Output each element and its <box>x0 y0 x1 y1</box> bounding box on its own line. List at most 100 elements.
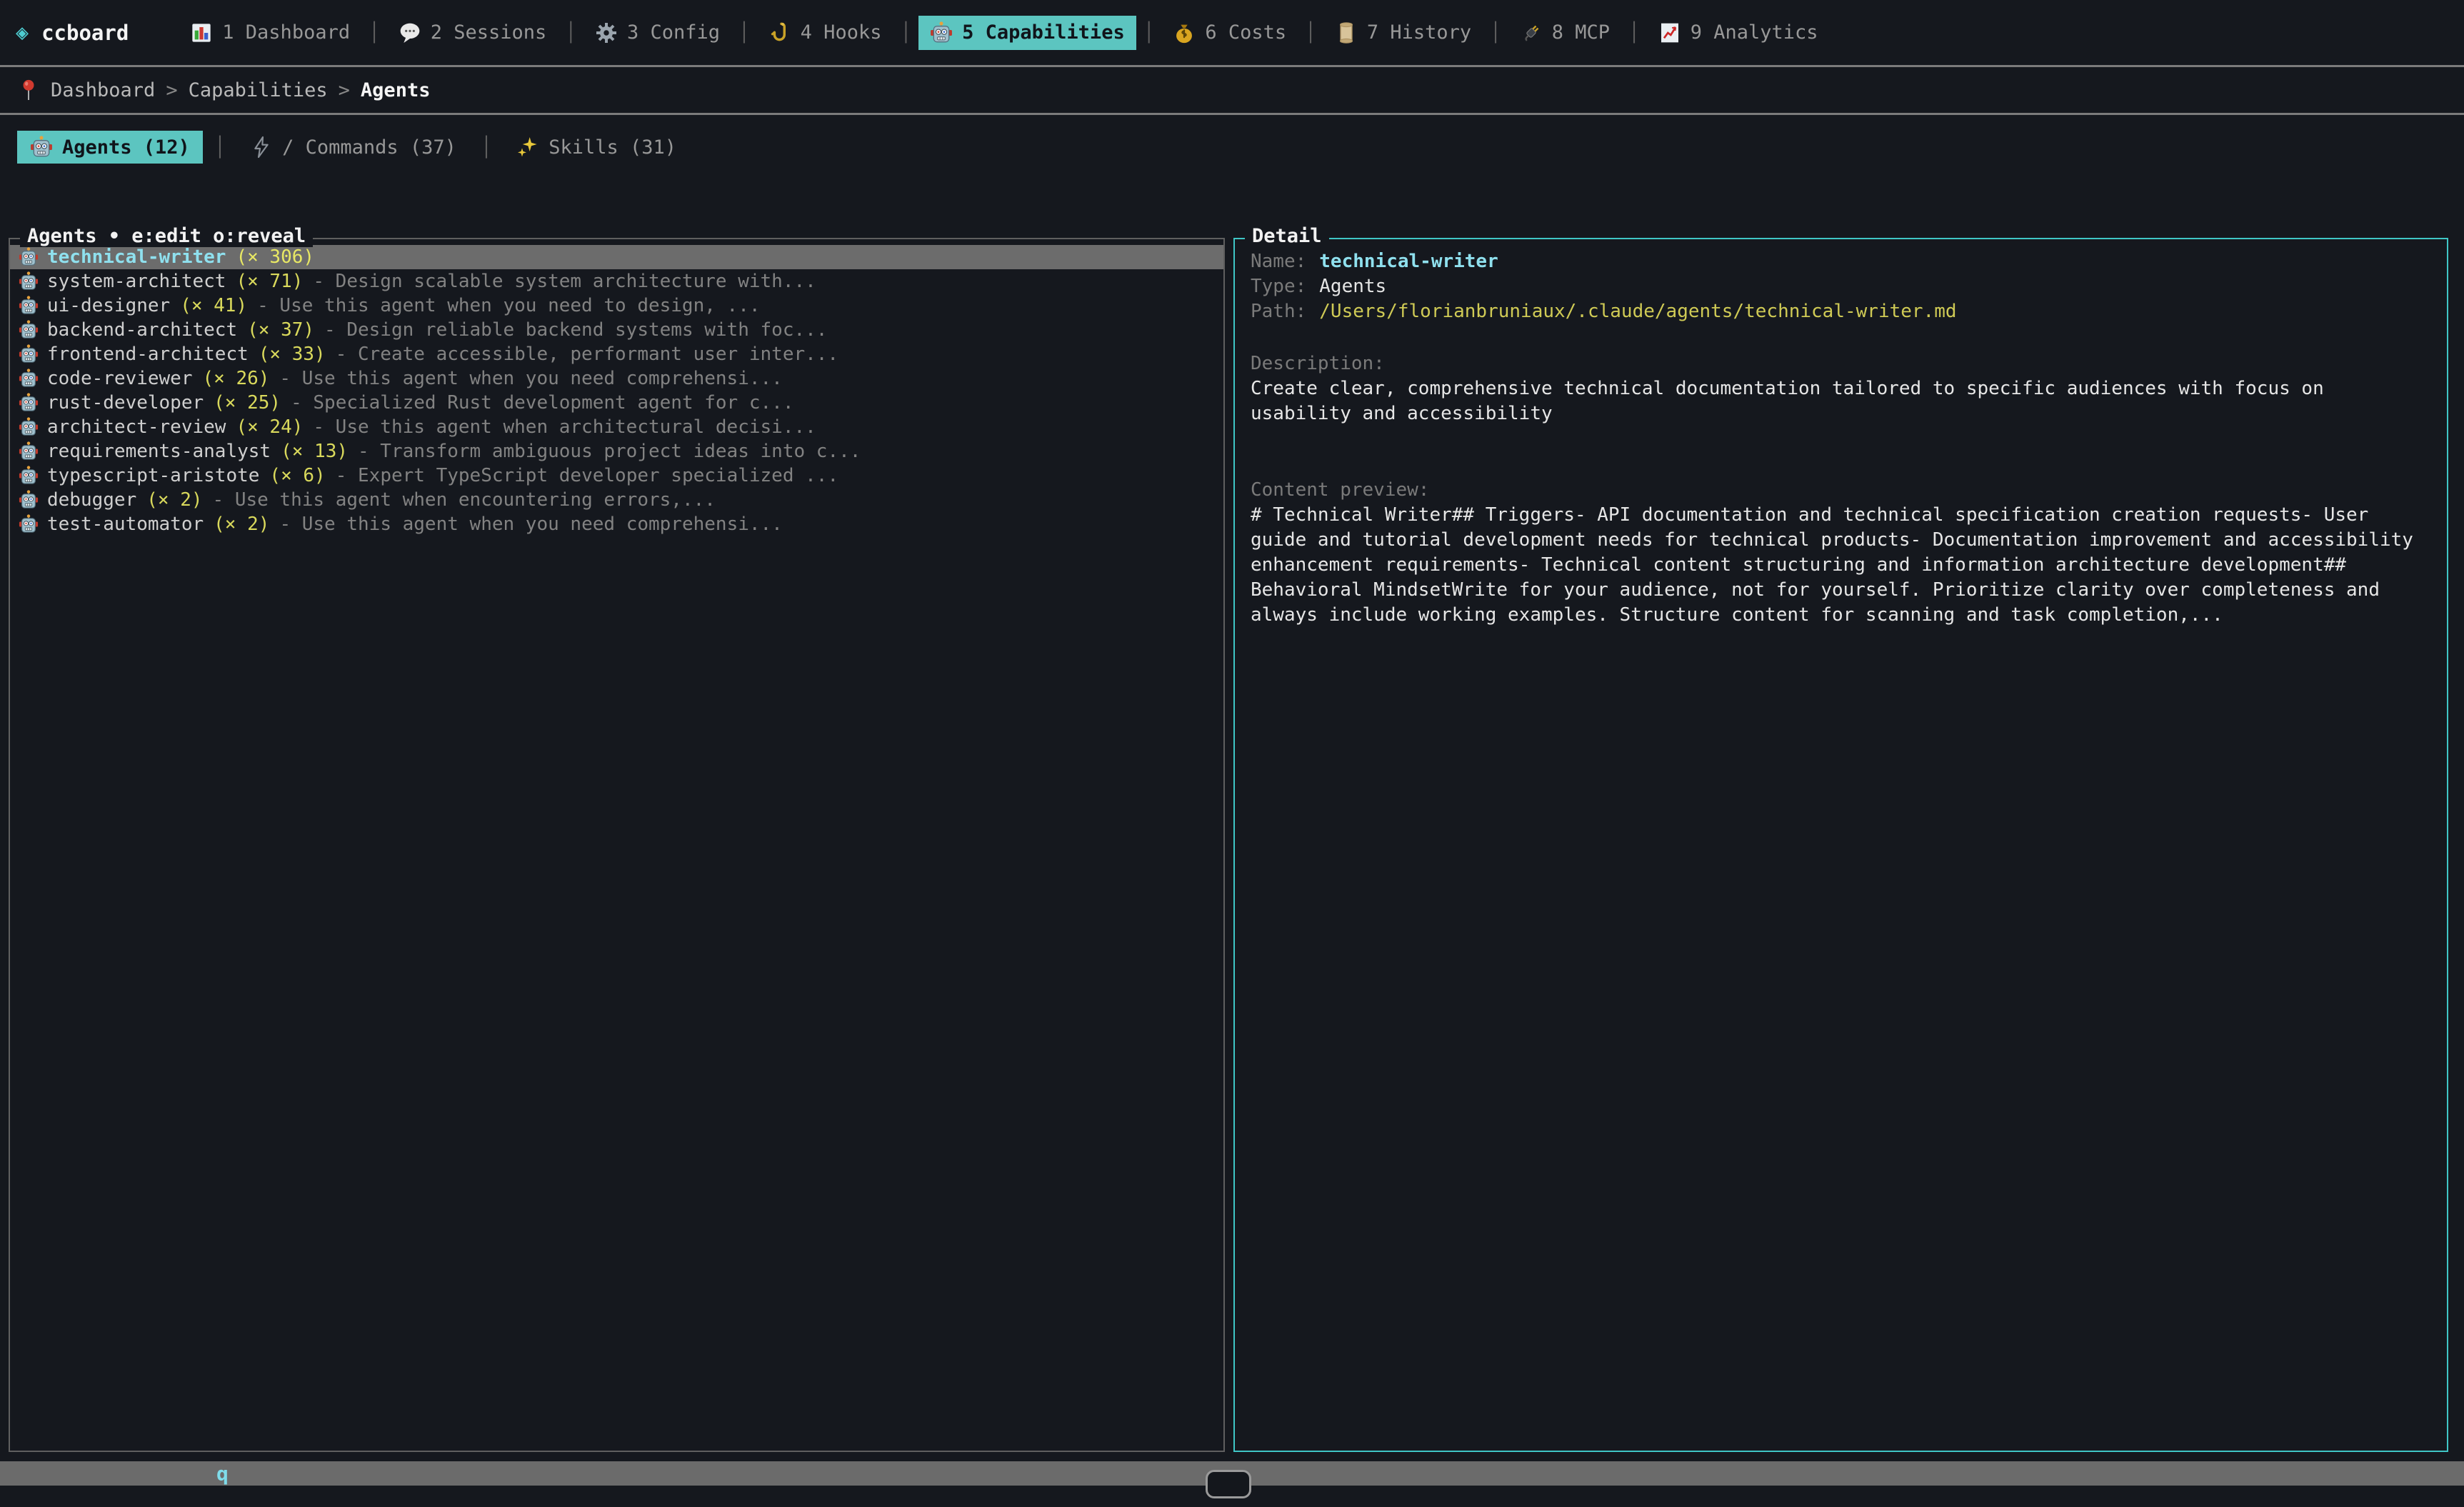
agent-row-code-reviewer[interactable]: code-reviewer (× 26) - Use this agent when… <box>10 366 1223 391</box>
agent-description: - Use this agent when you need comprehen… <box>279 368 782 389</box>
subtab-agents[interactable]: Agents (12) <box>17 131 203 164</box>
field-value: Agents <box>1319 274 1386 299</box>
gear-icon <box>595 21 618 44</box>
status-key-hint: q <box>216 1462 229 1486</box>
tab-separator: │ <box>1143 22 1155 44</box>
agent-description: - Expert TypeScript developer specialize… <box>336 465 838 486</box>
agent-row-typescript-aristote[interactable]: typescript-aristote (× 6) - Expert TypeScr… <box>10 464 1223 488</box>
agent-row-technical-writer[interactable]: technical-writer(× 306) <box>10 245 1223 269</box>
robot-icon <box>19 441 39 461</box>
tab-separator: │ <box>565 22 576 44</box>
field-label: Type: <box>1251 274 1306 299</box>
agent-usage-count: (× 37) <box>247 319 314 341</box>
agent-row-test-automator[interactable]: test-automator(× 2)- Use this agent when… <box>10 512 1223 536</box>
tab-separator: │ <box>369 22 380 44</box>
tab-dashboard[interactable]: 1 Dashboard <box>179 16 361 50</box>
agent-usage-count: (× 71) <box>236 271 303 292</box>
agent-row-system-architect[interactable]: system-architect (× 71) - Design scalable … <box>10 269 1223 294</box>
scroll-icon <box>1335 21 1358 44</box>
robot-icon <box>19 514 39 534</box>
bar-chart-icon <box>190 21 213 44</box>
agent-usage-count: (× 26) <box>203 368 270 389</box>
tab-label: 7 History <box>1367 21 1471 44</box>
detail-fields: Name: technical-writer Type: AgentsPath:/Us… <box>1251 249 2431 324</box>
agent-usage-count: (× 24) <box>236 416 303 438</box>
agent-name: technical-writer <box>47 246 226 268</box>
subtab-skills[interactable]: Skills (31) <box>504 131 689 164</box>
agent-description: - Design reliable backend systems with f… <box>324 319 827 341</box>
bottom-drag-handle[interactable] <box>1206 1470 1251 1498</box>
robot-icon <box>19 320 39 340</box>
agent-description: - Design scalable system architecture wi… <box>313 271 816 292</box>
capability-subtabs: Agents (12)│/ Commands (37)│Skills (31) <box>17 131 2464 164</box>
agent-name: code-reviewer <box>47 368 193 389</box>
subtab-label: / Commands (37) <box>282 136 456 159</box>
agent-description: - Use this agent when architectural deci… <box>313 416 816 438</box>
agent-row-requirements-analyst[interactable]: requirements-analyst(× 13)- Transform am… <box>10 439 1223 464</box>
robot-icon <box>19 247 39 267</box>
tab-capabilities[interactable]: 5 Capabilities <box>918 16 1136 50</box>
content-preview-text: # Technical Writer## Triggers- API docum… <box>1251 503 2418 628</box>
agent-usage-count: (× 2) <box>146 489 202 511</box>
field-label: Path: <box>1251 299 1306 324</box>
tab-costs[interactable]: 6 Costs <box>1161 16 1298 50</box>
agent-name: architect-review <box>47 416 226 438</box>
agent-row-backend-architect[interactable]: backend-architect (× 37) - Design reliable… <box>10 318 1223 342</box>
agent-description: - Create accessible, performant user int… <box>336 344 838 365</box>
agent-usage-count: (× 6) <box>269 465 325 486</box>
tab-history[interactable]: 7 History <box>1323 16 1483 50</box>
agents-list-panel: Agents • e:edit o:reveal technical-write… <box>9 238 1225 1452</box>
tab-separator: │ <box>1628 22 1640 44</box>
tab-analytics[interactable]: 9 Analytics <box>1647 16 1830 50</box>
breadcrumb-item-dashboard[interactable]: Dashboard <box>51 79 155 101</box>
agent-row-rust-developer[interactable]: rust-developer(× 25)- Specialized Rust d… <box>10 391 1223 415</box>
breadcrumb-item-capabilities[interactable]: Capabilities <box>189 79 328 101</box>
detail-field-path: Path:/Users/florianbruniaux/.claude/agen… <box>1251 299 2431 324</box>
agent-row-ui-designer[interactable]: ui-designer(× 41)- Use this agent when y… <box>10 294 1223 318</box>
tab-sessions[interactable]: 2 Sessions <box>387 16 559 50</box>
agent-name: system-architect <box>47 271 226 292</box>
detail-panel-title: Detail <box>1245 225 1329 247</box>
tab-separator: │ <box>900 22 911 44</box>
tab-mcp[interactable]: 8 MCP <box>1508 16 1621 50</box>
robot-icon <box>19 296 39 316</box>
agent-row-frontend-architect[interactable]: frontend-architect(× 33)- Create accessi… <box>10 342 1223 366</box>
tab-label: 5 Capabilities <box>962 21 1125 44</box>
field-label: Name: <box>1251 249 1306 274</box>
agent-name: debugger <box>47 489 136 511</box>
robot-icon <box>930 21 953 44</box>
agent-name: ui-designer <box>47 295 170 316</box>
tab-label: 6 Costs <box>1205 21 1286 44</box>
tab-label: 4 Hooks <box>801 21 882 44</box>
agent-name: backend-architect <box>47 319 237 341</box>
robot-icon <box>19 344 39 364</box>
agents-panel-title: Agents • e:edit o:reveal <box>20 225 313 247</box>
chart-up-icon <box>1658 21 1681 44</box>
robot-icon <box>19 369 39 389</box>
topbar-tabs: 1 Dashboard │ 2 Sessions │ 3 Config │ 4 Hooks │… <box>179 16 1829 50</box>
agent-name: typescript-aristote <box>47 465 259 486</box>
subtab-commands[interactable]: / Commands (37) <box>237 131 469 164</box>
agent-description: - Use this agent when you need to design… <box>257 295 760 316</box>
robot-icon <box>19 271 39 291</box>
breadcrumb-item-agents[interactable]: Agents <box>361 79 431 101</box>
detail-panel: Detail Name:technical-writerType:AgentsP… <box>1233 238 2448 1452</box>
subtab-separator: │ <box>214 136 226 159</box>
agents-list: technical-writer(× 306)system-architect (… <box>10 239 1223 536</box>
tab-config[interactable]: 3 Config <box>584 16 731 50</box>
agent-name: test-automator <box>47 514 204 535</box>
agent-description: - Use this agent when encountering error… <box>213 489 716 511</box>
agent-row-debugger[interactable]: debugger (× 2) - Use this agent when encou… <box>10 488 1223 512</box>
field-value: technical-writer <box>1319 249 1498 274</box>
tab-hooks[interactable]: 4 Hooks <box>757 16 893 50</box>
agent-row-architect-review[interactable]: architect-review (× 24) - Use this agent w… <box>10 415 1223 439</box>
app-logo-icon: ◈ <box>16 20 29 45</box>
top-tab-bar: ◈ ccboard 1 Dashboard│2 Sessions│3 Confi… <box>0 0 2464 67</box>
robot-icon <box>30 136 53 159</box>
tab-separator: │ <box>1305 22 1316 44</box>
agent-name: frontend-architect <box>47 344 249 365</box>
breadcrumb-separator: > <box>339 79 350 101</box>
hook-icon <box>768 21 791 44</box>
detail-body: Name: technical-writer Type: AgentsPath:/Us… <box>1235 239 2447 638</box>
detail-field-name: Name: technical-writer <box>1251 249 2431 274</box>
